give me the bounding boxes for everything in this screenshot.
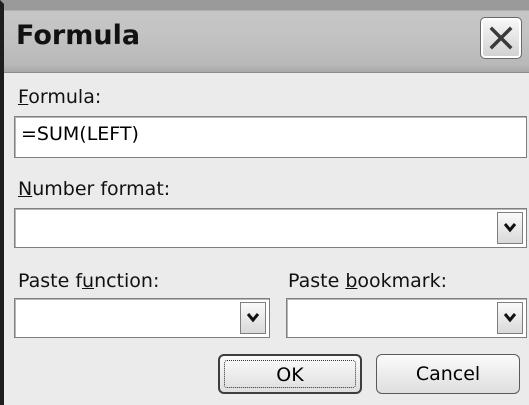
formula-input[interactable]: =SUM(LEFT) xyxy=(14,116,527,158)
formula-label: Formula: xyxy=(18,86,102,108)
ok-button[interactable]: OK xyxy=(218,354,362,394)
cancel-button-label: Cancel xyxy=(415,363,481,385)
paste-function-dropdown-button[interactable] xyxy=(240,302,266,334)
paste-bookmark-combo[interactable] xyxy=(286,298,527,338)
number-format-dropdown-button[interactable] xyxy=(497,212,523,244)
chevron-down-icon xyxy=(503,223,517,233)
title-bar[interactable]: Formula xyxy=(4,4,529,73)
close-button[interactable] xyxy=(480,17,522,59)
paste-function-label: Paste function: xyxy=(18,270,160,292)
dialog-title: Formula xyxy=(16,20,141,51)
focus-rectangle xyxy=(224,360,356,388)
cancel-button[interactable]: Cancel xyxy=(376,354,520,394)
number-format-label: Number format: xyxy=(18,178,171,200)
chevron-down-icon xyxy=(246,313,260,323)
chevron-down-icon xyxy=(503,313,517,323)
formula-value: =SUM(LEFT) xyxy=(21,123,139,145)
close-icon xyxy=(489,26,513,50)
paste-function-combo[interactable] xyxy=(14,298,270,338)
paste-bookmark-dropdown-button[interactable] xyxy=(497,302,523,334)
paste-bookmark-label: Paste bookmark: xyxy=(288,270,448,292)
number-format-combo[interactable] xyxy=(14,208,527,248)
formula-dialog: Formula Formula: =SUM(LEFT) Number forma… xyxy=(0,0,529,405)
